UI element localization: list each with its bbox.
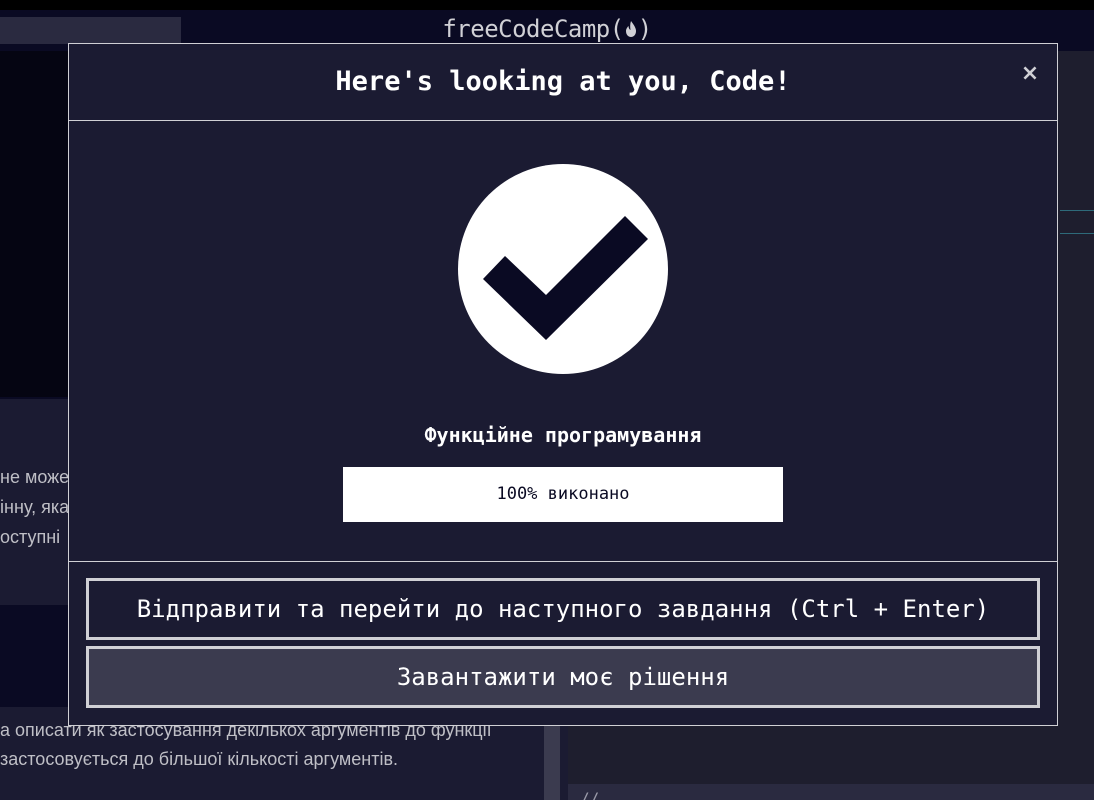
certification-title: Функційне програмування <box>424 423 702 447</box>
modal-footer: Відправити та перейти до наступного завд… <box>69 561 1057 725</box>
modal-title: Here's looking at you, Code! <box>335 66 791 97</box>
modal-header: Here's looking at you, Code! × <box>69 44 1057 121</box>
close-icon[interactable]: × <box>1019 62 1041 86</box>
progress-label: 100% виконано <box>496 484 630 504</box>
download-solution-button[interactable]: Завантажити моє рішення <box>86 646 1040 708</box>
completion-modal: Here's looking at you, Code! × Функційне… <box>68 43 1058 726</box>
submit-next-button[interactable]: Відправити та перейти до наступного завд… <box>86 578 1040 640</box>
checkmark-circle-icon <box>458 164 668 374</box>
progress-bar: 100% виконано <box>343 467 783 522</box>
